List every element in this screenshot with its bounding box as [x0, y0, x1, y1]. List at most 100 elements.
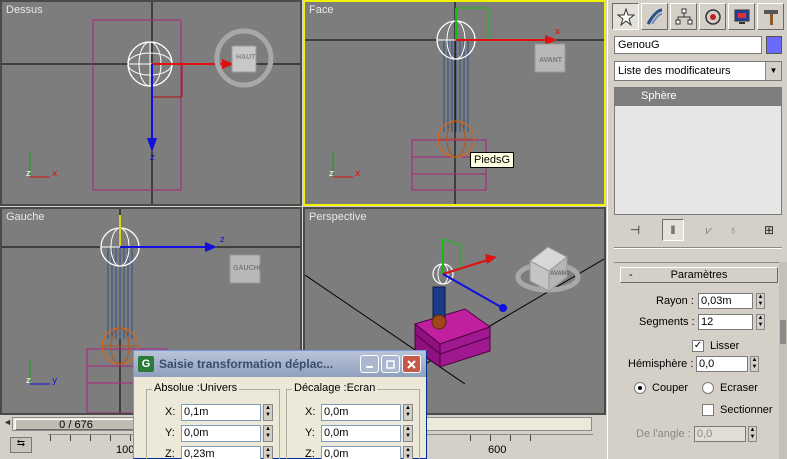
absolute-x-spinner[interactable]: ▲ ▼ — [263, 404, 273, 421]
view-cube-label[interactable]: AVANT — [539, 57, 562, 64]
configure-sets-icon[interactable]: ⊞ — [758, 219, 780, 241]
make-unique-icon[interactable]: ⩗ — [698, 219, 720, 241]
angle-field[interactable]: 0,0 — [694, 426, 746, 442]
hemisphere-label: Hémisphère : — [628, 358, 694, 370]
rollout-title: Paramètres — [670, 269, 728, 281]
pin-stack-icon[interactable]: ⊣ — [624, 219, 646, 241]
close-icon — [407, 359, 416, 369]
svg-text:x: x — [52, 169, 58, 179]
transform-type-in-dialog: G Saisie transformation déplac... Absolu… — [133, 350, 427, 459]
y-label: Y: — [165, 427, 175, 439]
modifier-stack[interactable]: Sphère — [614, 87, 782, 215]
maximize-button[interactable] — [381, 355, 400, 373]
modify-bend-icon — [646, 8, 662, 25]
offset-x-spinner[interactable]: ▲ ▼ — [403, 404, 413, 421]
angle-spinner[interactable]: ▲ ▼ — [748, 426, 757, 442]
couper-radio[interactable] — [634, 382, 646, 394]
z-label: Z: — [165, 448, 175, 459]
viewport-front-label: Face — [309, 4, 334, 16]
parameters-rollout: - Paramètres Rayon : 0,03m ▲ ▼ Segments :… — [614, 262, 782, 459]
ecraser-radio[interactable] — [702, 382, 714, 394]
offset-y-spinner[interactable]: ▲ ▼ — [403, 425, 413, 442]
hemisphere-field[interactable]: 0,0 — [696, 356, 748, 372]
display-monitor-icon — [734, 9, 749, 24]
offset-z-field[interactable]: 0,0m — [321, 446, 401, 459]
offset-group-title: Décalage :Ecran — [292, 382, 378, 394]
timeline-prev-arrow[interactable]: ◄ — [3, 417, 12, 427]
segments-label: Segments : — [639, 316, 695, 328]
absolute-y-spinner[interactable]: ▲ ▼ — [263, 425, 273, 442]
rayon-spinner[interactable]: ▲ ▼ — [756, 293, 765, 309]
absolute-x-field[interactable]: 0,1m — [181, 404, 261, 421]
svg-text:z: z — [26, 169, 31, 179]
tab-display[interactable] — [728, 3, 755, 30]
segments-field[interactable]: 12 — [698, 314, 753, 330]
sectionner-checkbox[interactable] — [702, 404, 714, 416]
lisser-row: ✓ Lisser — [614, 338, 774, 356]
offset-y-field[interactable]: 0,0m — [321, 425, 401, 442]
command-panel: GenouG Liste des modificateurs ▼ Sphère … — [607, 0, 787, 459]
stack-item-sphere[interactable]: Sphère — [615, 88, 781, 106]
tab-create[interactable] — [612, 3, 639, 30]
view-cube-label[interactable]: HAUT — [236, 54, 255, 61]
scrollbar-thumb[interactable] — [780, 320, 786, 344]
tab-hierarchy[interactable] — [670, 3, 697, 30]
frame-counter: 0 / 676 — [59, 419, 93, 431]
viewport-top[interactable]: z z x Dessus HAUT — [0, 0, 302, 206]
offset-z-spinner[interactable]: ▲ ▼ — [403, 446, 413, 459]
minimize-icon — [366, 365, 373, 368]
rollout-header-parameters[interactable]: - Paramètres — [620, 267, 778, 283]
tab-modify[interactable] — [641, 3, 668, 30]
ruler-tick-label: 100 — [116, 444, 135, 456]
lisser-checkbox[interactable]: ✓ — [692, 340, 704, 352]
modifier-list-dropdown[interactable]: Liste des modificateurs ▼ — [614, 61, 782, 81]
utilities-hammer-icon — [763, 9, 778, 25]
close-button[interactable] — [402, 355, 421, 373]
segments-row: Segments : 12 ▲ ▼ — [614, 314, 774, 332]
rayon-label: Rayon : — [656, 295, 694, 307]
offset-x-field[interactable]: 0,0m — [321, 404, 401, 421]
dialog-titlebar[interactable]: G Saisie transformation déplac... — [134, 351, 426, 377]
absolute-z-spinner[interactable]: ▲ ▼ — [263, 446, 273, 459]
rayon-field[interactable]: 0,03m — [698, 293, 753, 309]
time-slider-thumb[interactable]: 0 / 676 — [15, 419, 137, 431]
viewport-perspective-label: Perspective — [309, 211, 367, 223]
object-name-field[interactable]: GenouG — [614, 36, 762, 54]
remove-modifier-icon[interactable]: ♁ — [722, 219, 744, 241]
create-star-icon — [616, 7, 635, 26]
collapse-icon: - — [629, 269, 633, 281]
rayon-row: Rayon : 0,03m ▲ ▼ — [614, 293, 774, 311]
viewport-left-label: Gauche — [6, 211, 45, 223]
absolute-world-group: Absolue :Univers X: 0,1m ▲ ▼ Y: 0,0m ▲ ▼ Z… — [146, 382, 280, 459]
viewport-front-scene: x z x — [305, 2, 604, 204]
angle-row: De l'angle : 0,0 ▲ ▼ — [614, 426, 774, 444]
svg-text:y: y — [52, 376, 58, 386]
svg-text:z: z — [329, 169, 334, 179]
sectionner-row: Sectionner — [614, 402, 779, 420]
absolute-y-field[interactable]: 0,0m — [181, 425, 261, 442]
object-tooltip: PiedsG — [470, 152, 515, 168]
tab-motion[interactable] — [699, 3, 726, 30]
absolute-group-title: Absolue :Univers — [152, 382, 240, 394]
viewport-top-label: Dessus — [6, 4, 43, 16]
lisser-label: Lisser — [710, 340, 740, 352]
tab-utilities[interactable] — [757, 3, 784, 30]
segments-spinner[interactable]: ▲ ▼ — [756, 314, 765, 330]
x-label: X: — [165, 406, 176, 418]
motion-icon — [704, 8, 721, 25]
track-bar-icon[interactable]: ⇆ — [10, 437, 32, 453]
absolute-z-field[interactable]: 0,23m — [181, 446, 261, 459]
view-cube-label[interactable]: AVANT — [550, 271, 570, 277]
viewport-front[interactable]: x z x Face AVANT — [303, 0, 606, 206]
dialog-title: Saisie transformation déplac... — [159, 357, 334, 371]
object-color-swatch[interactable] — [766, 36, 782, 54]
z-label: Z: — [305, 448, 315, 459]
maximize-icon — [386, 359, 395, 369]
chevron-down-icon[interactable]: ▼ — [765, 62, 781, 80]
show-end-result-icon[interactable]: ‖ — [662, 219, 684, 241]
hemisphere-spinner[interactable]: ▲ ▼ — [750, 356, 759, 372]
minimize-button[interactable] — [360, 355, 379, 373]
ruler-tick-label: 600 — [488, 444, 507, 456]
view-cube-label[interactable]: GAUCHE — [233, 265, 263, 272]
panel-scrollbar[interactable] — [779, 262, 787, 459]
